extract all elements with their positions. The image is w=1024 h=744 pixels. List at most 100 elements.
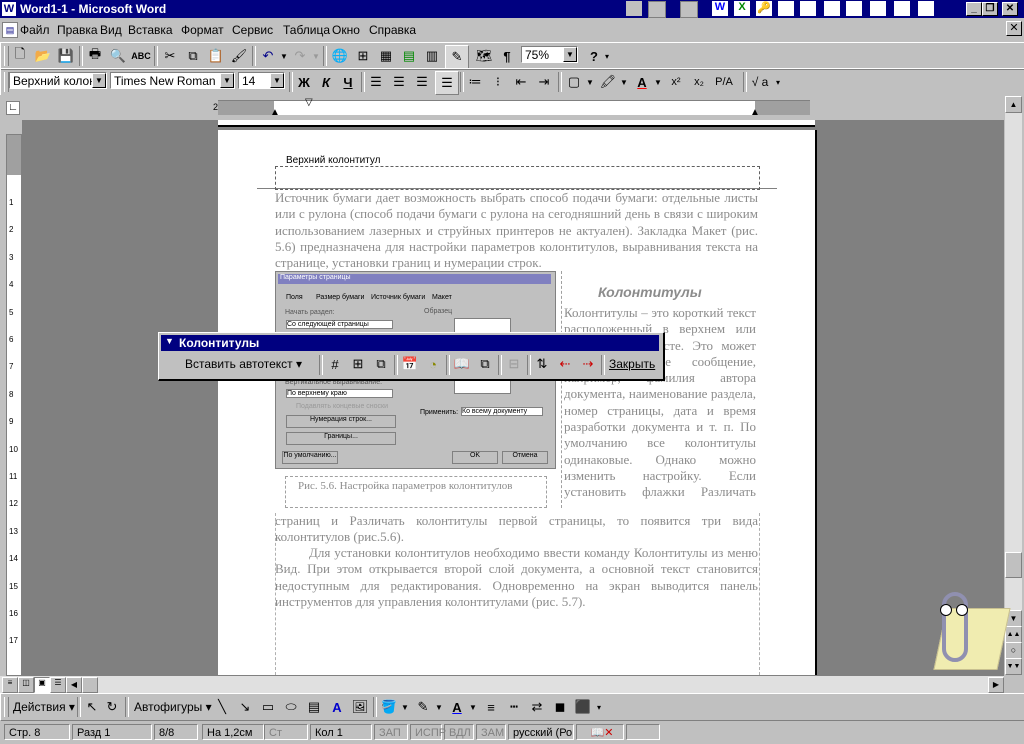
align-center-icon[interactable]: ☰ [388,71,410,93]
numbering-icon[interactable]: ≔ [464,71,486,93]
chevron-down-icon[interactable]: ▼ [270,73,284,88]
chevron-down-icon[interactable]: ▼ [586,78,594,87]
doc-icon[interactable]: ▤ [2,22,18,38]
word-icon[interactable]: W [712,1,728,16]
redo-dropdown-icon[interactable]: ▼ [312,52,320,61]
close-button[interactable]: ✕ [1002,2,1018,16]
scroll-left-icon[interactable]: ◀ [66,677,82,693]
align-right-icon[interactable]: ☰ [411,71,433,93]
redo-icon[interactable]: ↷ [289,45,311,67]
maximize-button[interactable]: ❐ [982,2,998,16]
insert-table-icon[interactable]: ▦ [375,45,397,67]
menu-file[interactable]: Файл [20,23,50,37]
save-icon[interactable]: 💾 [55,45,77,67]
scroll-thumb[interactable] [1005,552,1022,578]
previous-page-icon[interactable]: ▲▲ [1005,626,1022,643]
status-language[interactable]: русский (Ро [508,724,574,740]
print-icon[interactable]: 🖶 [84,45,106,67]
art-icon[interactable] [870,1,886,16]
scroll-right-icon[interactable]: ▶ [988,677,1004,693]
chevron-down-icon[interactable]: ▼ [469,703,477,712]
switch-header-footer-icon[interactable]: ⇅ [531,353,553,375]
show-previous-icon[interactable]: ⇠ [554,353,576,375]
line-color-icon[interactable]: ✎ [412,696,434,718]
header-footer-toolbar[interactable]: ▼ Колонтитулы Вставить автотекст ▾ # ⊞ ⧉… [158,332,665,381]
arrow-icon[interactable]: ↘ [234,696,256,718]
header-footer-toolbar-title[interactable]: ▼ Колонтитулы [161,335,659,351]
more-buttons-icon[interactable]: ▾ [597,703,601,712]
status-record[interactable]: ЗАП [374,724,408,740]
chevron-down-icon[interactable]: ▼ [165,336,174,346]
insert-autotext-button[interactable]: Вставить автотекст ▾ [185,357,302,371]
line-style-icon[interactable]: ≡ [480,696,502,718]
fill-color-icon[interactable]: 🪣 [378,696,400,718]
scroll-up-icon[interactable]: ▲ [1005,96,1022,113]
normal-view-icon[interactable]: ≡ [2,677,18,693]
3d-icon[interactable]: ⬛ [572,696,594,718]
chevron-down-icon[interactable]: ▼ [563,47,577,62]
document-map-icon[interactable]: 🗺 [473,45,495,67]
close-header-footer-button[interactable]: Закрыть [609,357,655,371]
status-extend[interactable]: ВДЛ [444,724,474,740]
first-line-indent-marker[interactable]: ▽ [305,97,313,108]
excel-icon[interactable]: X [734,1,750,16]
dash-style-icon[interactable]: ┅ [503,696,525,718]
rectangle-icon[interactable]: ▭ [257,696,279,718]
page-setup-icon[interactable]: 📖 [451,353,473,375]
drawing-icon[interactable]: ✎ [445,45,469,69]
menu-edit[interactable]: Правка [57,23,98,37]
menu-window[interactable]: Окно [332,23,360,37]
font-color-icon[interactable]: A [446,696,468,718]
arrow-style-icon[interactable]: ⇄ [526,696,548,718]
horizontal-scroll-thumb[interactable] [82,677,98,693]
chevron-down-icon[interactable]: ▼ [220,73,234,88]
text-box-icon[interactable]: ▤ [303,696,325,718]
toolbar-grip[interactable] [4,697,9,717]
office-bar-icon[interactable] [626,1,642,16]
help-icon[interactable]: ? [583,45,605,67]
underline-button[interactable]: Ч [337,71,359,93]
hyperlink-icon[interactable]: 🌐 [329,45,351,67]
subscript-button[interactable]: x₂ [688,71,710,93]
font-combo[interactable]: Times New Roman ▼ [110,72,235,89]
doc-close-button[interactable]: ✕ [1006,21,1022,36]
pa-button[interactable]: P/A [711,71,737,93]
status-overtype[interactable]: ЗАМ [476,724,506,740]
menu-table[interactable]: Таблица [283,23,330,37]
shadow-icon[interactable]: ◼ [549,696,571,718]
undo-icon[interactable]: ↶ [257,45,279,67]
format-painter-icon[interactable]: 🖌 [228,45,250,67]
paste-icon[interactable]: 📋 [205,45,227,67]
office-shortcut-icon[interactable] [648,1,666,18]
web-view-icon[interactable]: ◫ [18,677,34,693]
show-hide-icon[interactable]: ¶ [496,45,518,67]
access-icon[interactable]: 🔑 [756,1,772,16]
outline-view-icon[interactable]: ☰ [50,677,66,693]
vertical-ruler[interactable] [6,134,22,676]
font-size-combo[interactable]: 14 ▼ [238,72,285,89]
new-icon[interactable]: 🗋 [9,45,31,67]
show-next-icon[interactable]: ⇢ [577,353,599,375]
spelling-icon[interactable]: ABC [130,45,152,67]
highlight-icon[interactable]: 🖍 [597,71,619,93]
page-number-icon[interactable]: # [324,353,346,375]
save-doc-icon[interactable] [800,1,816,16]
minimize-button[interactable]: _ [966,2,982,16]
superscript-button[interactable]: x² [665,71,687,93]
word-app-icon[interactable]: W [2,2,16,16]
equation-button[interactable]: √ a [747,71,773,93]
menu-tools[interactable]: Сервис [232,23,273,37]
book-icon[interactable] [824,1,840,16]
open-icon[interactable]: 📂 [32,45,54,67]
menu-insert[interactable]: Вставка [128,23,173,37]
paint-icon[interactable] [918,1,934,16]
increase-indent-icon[interactable]: ⇥ [533,71,555,93]
office-assistant-clippy[interactable] [920,590,1011,676]
line-icon[interactable]: ╲ [211,696,233,718]
font-color-icon[interactable]: A [631,71,653,93]
actions-menu[interactable]: Действия ▾ [13,700,75,714]
spelling-status-icon[interactable]: 📖✕ [576,724,624,740]
same-as-previous-icon[interactable]: ⊟ [503,353,525,375]
decrease-indent-icon[interactable]: ⇤ [510,71,532,93]
right-indent-marker[interactable]: ▲ [750,107,760,118]
